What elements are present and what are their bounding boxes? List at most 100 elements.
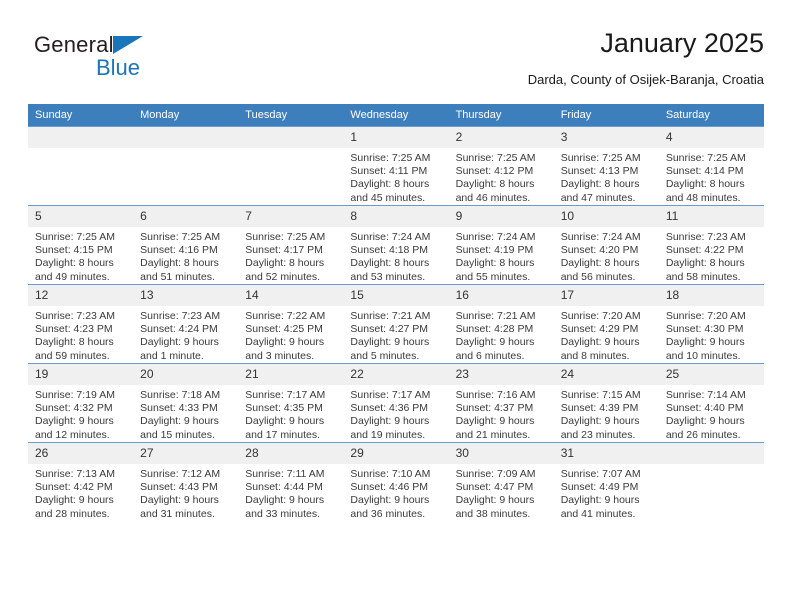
day-details: Sunrise: 7:13 AM Sunset: 4:42 PM Daylight:… bbox=[28, 464, 133, 521]
day-number: 21 bbox=[238, 364, 344, 385]
daylight-text-line2: and 23 minutes. bbox=[560, 428, 636, 441]
calendar-day-cell[interactable]: 17 Sunrise: 7:20 AM Sunset: 4:29 PM Dayligh… bbox=[553, 284, 659, 364]
day-details: Sunrise: 7:25 AM Sunset: 4:17 PM Daylight:… bbox=[238, 227, 343, 284]
sunrise-text: Sunrise: 7:23 AM bbox=[35, 310, 115, 322]
day-number: 16 bbox=[448, 285, 554, 306]
daylight-text-line2: and 46 minutes. bbox=[455, 191, 531, 204]
daylight-text-line1: Daylight: 9 hours bbox=[455, 415, 535, 428]
daylight-text-line2: and 19 minutes. bbox=[350, 428, 426, 441]
daylight-text-line2: and 8 minutes. bbox=[560, 349, 630, 362]
day-number bbox=[133, 127, 239, 148]
calendar-day-cell[interactable]: 10 Sunrise: 7:24 AM Sunset: 4:20 PM Dayligh… bbox=[553, 205, 659, 285]
daylight-text-line2: and 10 minutes. bbox=[665, 349, 741, 362]
daylight-text-line2: and 31 minutes. bbox=[140, 507, 215, 520]
day-details: Sunrise: 7:23 AM Sunset: 4:24 PM Daylight:… bbox=[133, 306, 238, 363]
sunset-text: Sunset: 4:12 PM bbox=[455, 165, 534, 178]
daylight-text-line1: Daylight: 9 hours bbox=[350, 336, 430, 349]
day-number: 31 bbox=[553, 443, 659, 464]
calendar-day-cell[interactable]: 1 Sunrise: 7:25 AM Sunset: 4:11 PM Daylight… bbox=[343, 126, 449, 206]
calendar-header-row: Sunday Monday Tuesday Wednesday Thursday… bbox=[28, 104, 764, 127]
sunset-text: Sunset: 4:24 PM bbox=[140, 323, 218, 336]
day-details: Sunrise: 7:20 AM Sunset: 4:30 PM Daylight:… bbox=[659, 306, 764, 363]
daylight-text-line2: and 3 minutes. bbox=[245, 349, 315, 362]
calendar-day-cell[interactable]: 19 Sunrise: 7:19 AM Sunset: 4:32 PM Dayligh… bbox=[28, 363, 134, 443]
day-number bbox=[28, 127, 134, 148]
daylight-text-line2: and 45 minutes. bbox=[350, 191, 426, 204]
calendar-day-cell[interactable]: 21 Sunrise: 7:17 AM Sunset: 4:35 PM Dayligh… bbox=[238, 363, 344, 443]
day-number: 27 bbox=[133, 443, 239, 464]
calendar-day-cell[interactable]: 15 Sunrise: 7:21 AM Sunset: 4:27 PM Dayligh… bbox=[343, 284, 449, 364]
sunrise-text: Sunrise: 7:25 AM bbox=[245, 231, 326, 243]
daylight-text-line1: Daylight: 9 hours bbox=[245, 336, 325, 349]
day-details: Sunrise: 7:21 AM Sunset: 4:27 PM Daylight:… bbox=[343, 306, 448, 363]
sunrise-text: Sunrise: 7:25 AM bbox=[665, 152, 746, 164]
sunset-text: Sunset: 4:32 PM bbox=[35, 402, 113, 415]
daylight-text-line1: Daylight: 8 hours bbox=[455, 178, 535, 191]
weekday-header-thursday: Thursday bbox=[448, 104, 554, 127]
calendar-day-cell[interactable]: 4 Sunrise: 7:25 AM Sunset: 4:14 PM Daylight… bbox=[658, 126, 764, 206]
day-details: Sunrise: 7:24 AM Sunset: 4:18 PM Daylight:… bbox=[343, 227, 448, 284]
page-title: January 2025 bbox=[600, 28, 764, 58]
sunrise-text: Sunrise: 7:10 AM bbox=[350, 468, 431, 480]
calendar-day-cell[interactable]: 31 Sunrise: 7:07 AM Sunset: 4:49 PM Dayligh… bbox=[553, 442, 659, 521]
sunset-text: Sunset: 4:36 PM bbox=[350, 402, 429, 415]
calendar-day-cell[interactable]: 7 Sunrise: 7:25 AM Sunset: 4:17 PM Daylight… bbox=[238, 205, 344, 285]
calendar-day-cell[interactable]: 13 Sunrise: 7:23 AM Sunset: 4:24 PM Dayligh… bbox=[133, 284, 239, 364]
calendar-day-cell[interactable]: 24 Sunrise: 7:15 AM Sunset: 4:39 PM Dayligh… bbox=[553, 363, 659, 443]
calendar-day-cell[interactable]: 8 Sunrise: 7:24 AM Sunset: 4:18 PM Daylight… bbox=[343, 205, 449, 285]
page-header: General Blue January 2025 Darda, County … bbox=[28, 24, 764, 96]
daylight-text-line2: and 58 minutes. bbox=[665, 270, 741, 283]
sunset-text: Sunset: 4:35 PM bbox=[245, 402, 323, 415]
logo-triangle-icon bbox=[113, 36, 143, 54]
sunset-text: Sunset: 4:15 PM bbox=[35, 244, 113, 257]
day-number: 19 bbox=[28, 364, 134, 385]
calendar-day-cell[interactable]: 26 Sunrise: 7:13 AM Sunset: 4:42 PM Dayligh… bbox=[28, 442, 134, 521]
calendar-day-cell[interactable]: 3 Sunrise: 7:25 AM Sunset: 4:13 PM Daylight… bbox=[553, 126, 659, 206]
weekday-header-friday: Friday bbox=[553, 104, 659, 127]
daylight-text-line2: and 17 minutes. bbox=[245, 428, 320, 441]
calendar-day-cell[interactable]: 27 Sunrise: 7:12 AM Sunset: 4:43 PM Dayligh… bbox=[133, 442, 239, 521]
day-details: Sunrise: 7:25 AM Sunset: 4:14 PM Daylight:… bbox=[659, 148, 764, 205]
calendar-day-cell[interactable]: 2 Sunrise: 7:25 AM Sunset: 4:12 PM Daylight… bbox=[448, 126, 554, 206]
day-number: 2 bbox=[448, 127, 554, 148]
sunset-text: Sunset: 4:18 PM bbox=[350, 244, 429, 257]
sunset-text: Sunset: 4:17 PM bbox=[245, 244, 323, 257]
sunset-text: Sunset: 4:39 PM bbox=[560, 402, 639, 415]
calendar-day-cell[interactable]: 6 Sunrise: 7:25 AM Sunset: 4:16 PM Daylight… bbox=[133, 205, 239, 285]
day-details: Sunrise: 7:25 AM Sunset: 4:12 PM Daylight:… bbox=[449, 148, 554, 205]
calendar-day-cell[interactable]: 5 Sunrise: 7:25 AM Sunset: 4:15 PM Daylight… bbox=[28, 205, 134, 285]
calendar-day-cell[interactable]: 11 Sunrise: 7:23 AM Sunset: 4:22 PM Dayligh… bbox=[658, 205, 764, 285]
day-details: Sunrise: 7:25 AM Sunset: 4:11 PM Daylight:… bbox=[343, 148, 448, 205]
day-details: Sunrise: 7:15 AM Sunset: 4:39 PM Daylight:… bbox=[554, 385, 659, 442]
sunset-text: Sunset: 4:14 PM bbox=[665, 165, 744, 178]
daylight-text-line1: Daylight: 9 hours bbox=[35, 494, 114, 507]
daylight-text-line2: and 15 minutes. bbox=[140, 428, 215, 441]
sunset-text: Sunset: 4:30 PM bbox=[665, 323, 744, 336]
calendar-day-cell[interactable]: 12 Sunrise: 7:23 AM Sunset: 4:23 PM Dayligh… bbox=[28, 284, 134, 364]
sunrise-text: Sunrise: 7:11 AM bbox=[245, 468, 325, 480]
sunrise-text: Sunrise: 7:25 AM bbox=[35, 231, 115, 243]
sunset-text: Sunset: 4:47 PM bbox=[455, 481, 534, 494]
weekday-header-sunday: Sunday bbox=[28, 104, 134, 127]
general-blue-logo[interactable]: General Blue bbox=[34, 32, 194, 88]
daylight-text-line1: Daylight: 9 hours bbox=[665, 336, 745, 349]
calendar-week-row: 12 Sunrise: 7:23 AM Sunset: 4:23 PM Dayligh… bbox=[28, 284, 764, 364]
sunset-text: Sunset: 4:23 PM bbox=[35, 323, 113, 336]
daylight-text-line2: and 6 minutes. bbox=[455, 349, 525, 362]
weekday-header-wednesday: Wednesday bbox=[343, 104, 449, 127]
calendar-day-cell[interactable]: 28 Sunrise: 7:11 AM Sunset: 4:44 PM Dayligh… bbox=[238, 442, 344, 521]
calendar-day-cell[interactable]: 30 Sunrise: 7:09 AM Sunset: 4:47 PM Dayligh… bbox=[448, 442, 554, 521]
daylight-text-line1: Daylight: 9 hours bbox=[35, 415, 114, 428]
calendar-day-cell[interactable]: 18 Sunrise: 7:20 AM Sunset: 4:30 PM Dayligh… bbox=[658, 284, 764, 364]
calendar-day-cell-empty bbox=[238, 126, 344, 206]
calendar-day-cell[interactable]: 23 Sunrise: 7:16 AM Sunset: 4:37 PM Dayligh… bbox=[448, 363, 554, 443]
calendar-day-cell[interactable]: 22 Sunrise: 7:17 AM Sunset: 4:36 PM Dayligh… bbox=[343, 363, 449, 443]
calendar-day-cell[interactable]: 9 Sunrise: 7:24 AM Sunset: 4:19 PM Daylight… bbox=[448, 205, 554, 285]
calendar-day-cell[interactable]: 20 Sunrise: 7:18 AM Sunset: 4:33 PM Dayligh… bbox=[133, 363, 239, 443]
calendar-day-cell[interactable]: 25 Sunrise: 7:14 AM Sunset: 4:40 PM Dayligh… bbox=[658, 363, 764, 443]
calendar-day-cell[interactable]: 16 Sunrise: 7:21 AM Sunset: 4:28 PM Dayligh… bbox=[448, 284, 554, 364]
day-number: 4 bbox=[658, 127, 764, 148]
logo-word-blue: Blue bbox=[96, 55, 141, 80]
calendar-day-cell[interactable]: 29 Sunrise: 7:10 AM Sunset: 4:46 PM Dayligh… bbox=[343, 442, 449, 521]
calendar-day-cell[interactable]: 14 Sunrise: 7:22 AM Sunset: 4:25 PM Dayligh… bbox=[238, 284, 344, 364]
